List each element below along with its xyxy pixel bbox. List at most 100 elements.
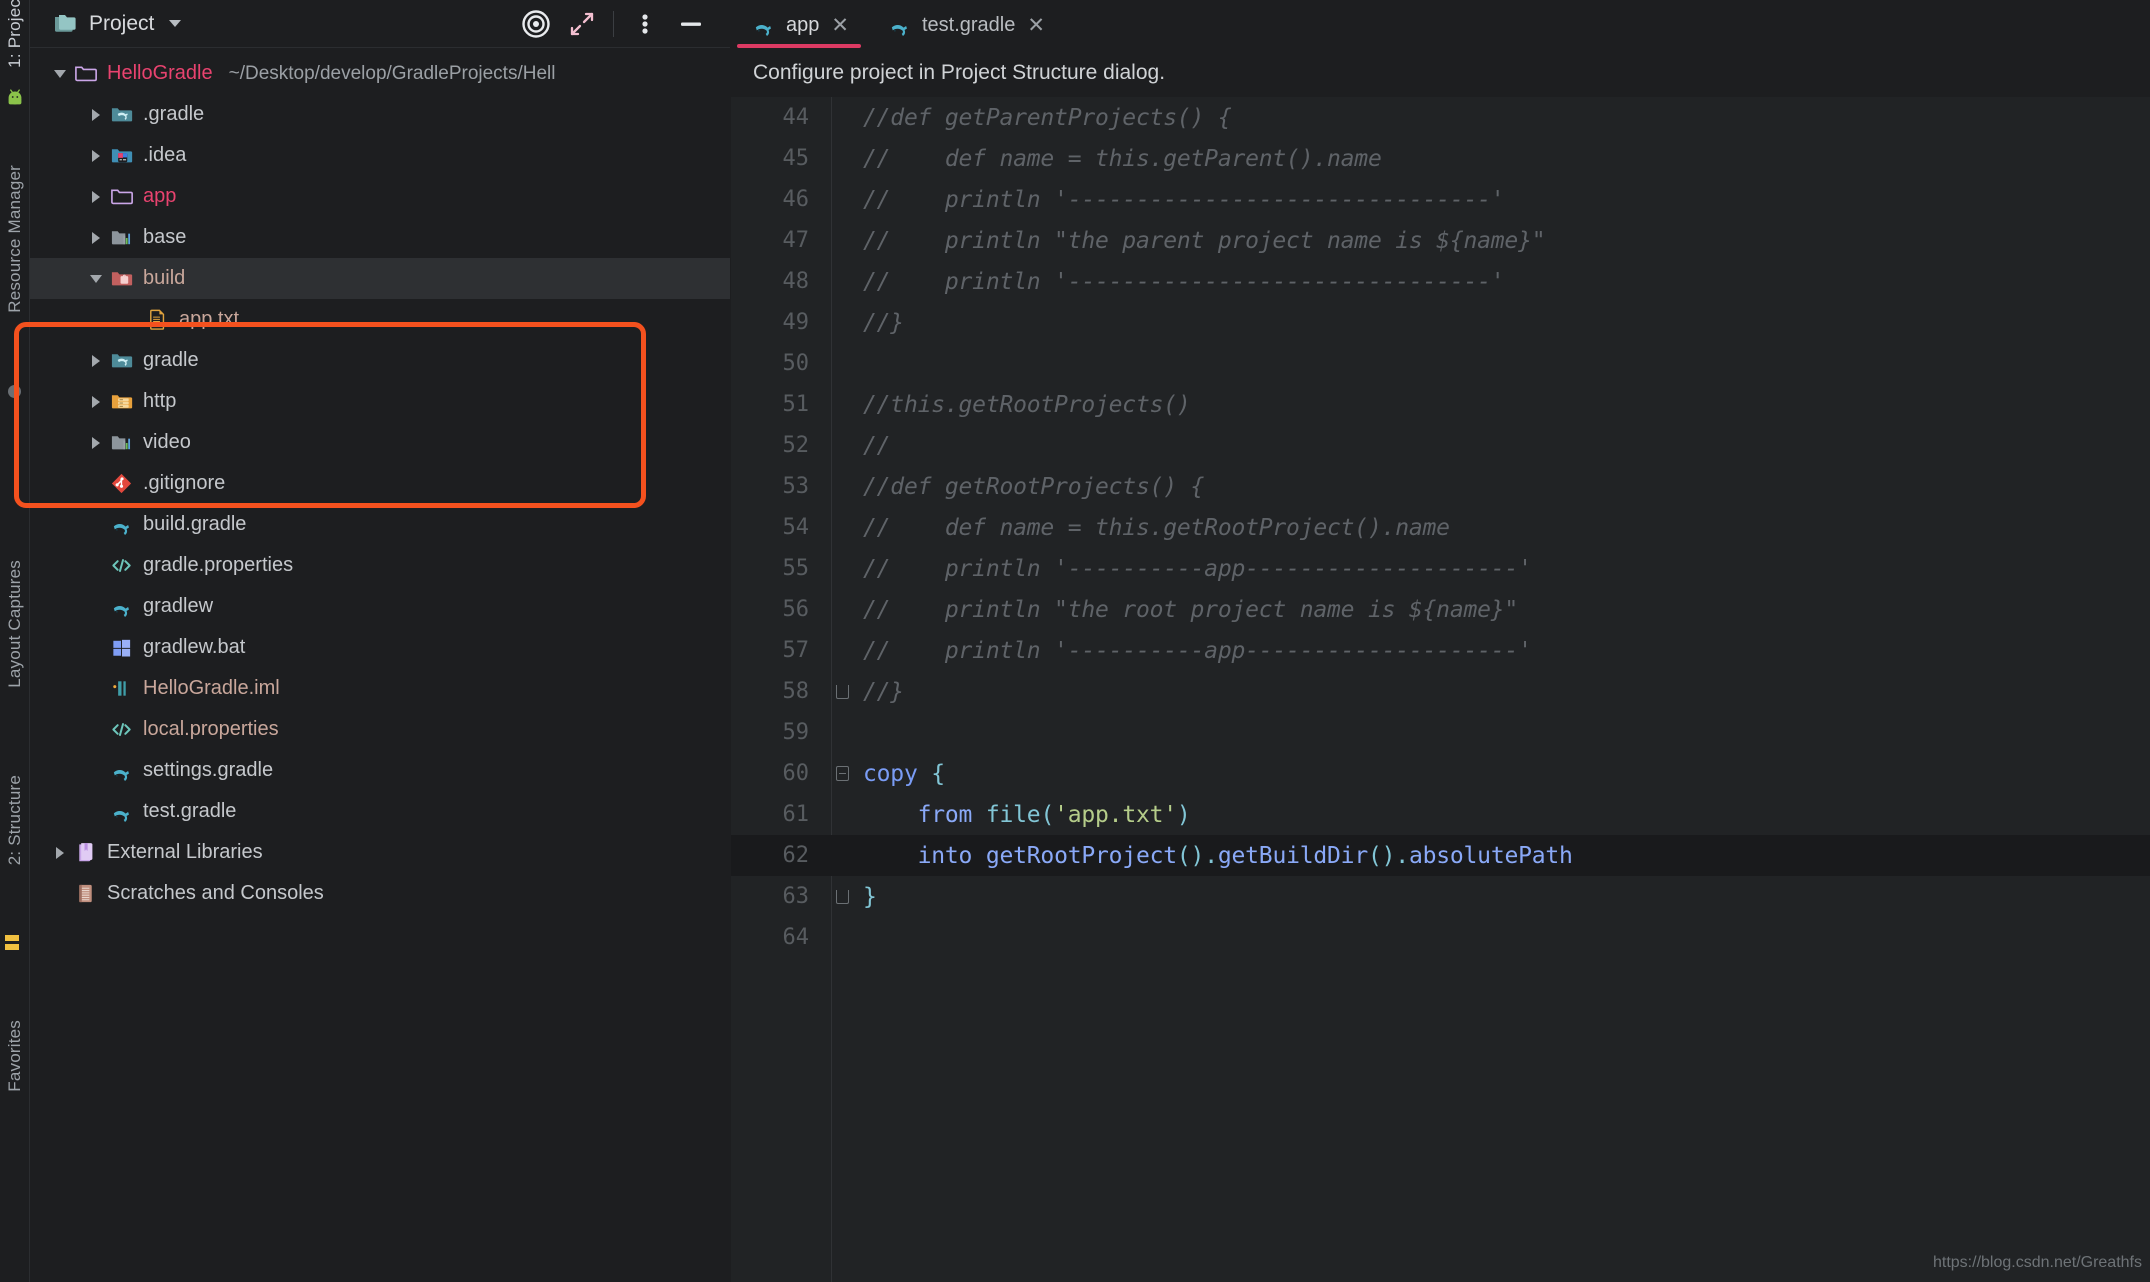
hide-panel-button[interactable] xyxy=(668,0,714,48)
tree-row-external-libraries[interactable]: External Libraries xyxy=(30,832,730,873)
code-line[interactable]: 63} xyxy=(731,876,2150,917)
chevron-down-icon[interactable] xyxy=(169,20,182,27)
fold-collapse-icon xyxy=(835,766,849,781)
code-line[interactable]: 57 // println '----------app-------------… xyxy=(731,630,2150,671)
code-line[interactable]: 55 // println '----------app-------------… xyxy=(731,548,2150,589)
tree-row-app[interactable]: app xyxy=(30,176,730,217)
close-icon[interactable]: ✕ xyxy=(1027,15,1045,36)
code-text: // println '----------------------------… xyxy=(853,268,1505,295)
gradle-file-icon xyxy=(108,595,134,619)
code-line[interactable]: 56 // println "the root project name is $… xyxy=(731,589,2150,630)
tree-row-http[interactable]: http xyxy=(30,381,730,422)
tree-row-scratches-and-consoles[interactable]: Scratches and Consoles xyxy=(30,873,730,914)
tree-row-hellogradle[interactable]: HelloGradle ~/Desktop/develop/GradleProje… xyxy=(30,53,730,94)
collapse-all-button[interactable] xyxy=(559,0,605,48)
code-view[interactable]: 44 //def getParentProjects() {45 // def na… xyxy=(731,97,2150,1282)
tree-row--gitignore[interactable]: .gitignore xyxy=(30,463,730,504)
tree-row-gradlew-bat[interactable]: gradlew.bat xyxy=(30,627,730,668)
tree-item-label: local.properties xyxy=(143,718,279,740)
project-panel-title-group[interactable]: Project xyxy=(54,11,182,36)
tree-row-gradlew[interactable]: gradlew xyxy=(30,586,730,627)
editor-tab-app[interactable]: app ✕ xyxy=(731,2,867,48)
tree-twisty-collapsed[interactable] xyxy=(84,231,108,244)
tree-row-app-txt[interactable]: app.txt xyxy=(30,299,730,340)
gradle-folder-icon xyxy=(108,103,134,127)
tool-tab-resource-manager[interactable]: Resource Manager xyxy=(5,165,25,313)
toolbar-divider xyxy=(613,11,614,37)
tree-row-build[interactable]: build xyxy=(30,258,730,299)
tree-row-gradle-properties[interactable]: gradle.properties xyxy=(30,545,730,586)
code-line[interactable]: 60 copy { xyxy=(731,753,2150,794)
code-line[interactable]: 49 //} xyxy=(731,302,2150,343)
tree-row-gradle[interactable]: gradle xyxy=(30,340,730,381)
tree-row-settings-gradle[interactable]: settings.gradle xyxy=(30,750,730,791)
fold-marker-end[interactable] xyxy=(831,684,853,699)
tree-twisty-collapsed[interactable] xyxy=(84,149,108,162)
minimize-icon xyxy=(681,22,701,26)
code-line[interactable]: 46 // println '--------------------------… xyxy=(731,179,2150,220)
code-line[interactable]: 53 //def getRootProjects() { xyxy=(731,466,2150,507)
tree-twisty-collapsed[interactable] xyxy=(84,395,108,408)
editor-tab-bar[interactable]: app ✕ test.gradle ✕ xyxy=(731,0,2150,48)
tree-row-build-gradle[interactable]: build.gradle xyxy=(30,504,730,545)
http-folder-icon xyxy=(111,395,132,409)
tree-twisty-expanded[interactable] xyxy=(84,274,108,283)
gradle-file-icon xyxy=(887,14,912,37)
tree-row-base[interactable]: base xyxy=(30,217,730,258)
fold-marker-open[interactable] xyxy=(831,766,853,781)
gradle-folder-icon xyxy=(111,354,132,368)
tree-twisty-collapsed[interactable] xyxy=(84,354,108,367)
code-line[interactable]: 44 //def getParentProjects() { xyxy=(731,97,2150,138)
tree-twisty-expanded[interactable] xyxy=(48,69,72,78)
code-line[interactable]: 50 xyxy=(731,343,2150,384)
fold-marker-end[interactable] xyxy=(831,889,853,904)
bookmark-icon-2 xyxy=(5,944,19,950)
code-token: // println '----------------------------… xyxy=(863,268,1505,295)
tool-tab-favorites[interactable]: Favorites xyxy=(5,1020,25,1092)
tree-item-label: app.txt xyxy=(179,308,240,330)
code-line[interactable]: 52 // xyxy=(731,425,2150,466)
code-token: // println "the parent project name is $… xyxy=(863,227,1546,254)
select-opened-file-icon xyxy=(522,10,550,38)
editor-hint-bar: Configure project in Project Structure d… xyxy=(731,48,2150,97)
tree-row-test-gradle[interactable]: test.gradle xyxy=(30,791,730,832)
code-line[interactable]: 62 into getRootProject().getBuildDir().a… xyxy=(731,835,2150,876)
code-line[interactable]: 48 // println '--------------------------… xyxy=(731,261,2150,302)
tool-tab-project[interactable]: 1: Project xyxy=(5,0,25,68)
chevron-right-icon xyxy=(92,108,100,121)
tool-tab-layout-captures[interactable]: Layout Captures xyxy=(5,560,25,688)
tree-row-local-properties[interactable]: local.properties xyxy=(30,709,730,750)
tree-row-hellogradle-iml[interactable]: HelloGradle.iml xyxy=(30,668,730,709)
code-line[interactable]: 61 from file('app.txt') xyxy=(731,794,2150,835)
code-text: //def getParentProjects() { xyxy=(853,105,1232,131)
editor-tab-test-gradle[interactable]: test.gradle ✕ xyxy=(867,2,1063,48)
code-line[interactable]: 47 // println "the parent project name is… xyxy=(731,220,2150,261)
idea-folder-icon xyxy=(111,149,132,163)
project-panel-title: Project xyxy=(89,11,155,35)
tool-tab-structure[interactable]: 2: Structure xyxy=(5,775,25,865)
tree-row--idea[interactable]: .idea xyxy=(30,135,730,176)
select-opened-file-button[interactable] xyxy=(513,0,559,48)
code-line[interactable]: 64 xyxy=(731,917,2150,958)
windows-file-icon xyxy=(112,639,130,657)
tree-twisty-collapsed[interactable] xyxy=(48,846,72,859)
tree-twisty-collapsed[interactable] xyxy=(84,190,108,203)
code-line[interactable]: 54 // def name = this.getRootProject().na… xyxy=(731,507,2150,548)
code-text: // println "the parent project name is $… xyxy=(853,227,1546,254)
iml-file-icon xyxy=(112,681,126,696)
tree-row--gradle[interactable]: .gradle xyxy=(30,94,730,135)
collapse-all-icon xyxy=(570,12,594,36)
tree-twisty-collapsed[interactable] xyxy=(84,436,108,449)
code-token: absolutePath xyxy=(1408,842,1573,869)
project-tree[interactable]: HelloGradle ~/Desktop/develop/GradleProje… xyxy=(30,49,730,914)
tree-twisty-collapsed[interactable] xyxy=(84,108,108,121)
code-token: } xyxy=(863,883,877,910)
code-line[interactable]: 51 //this.getRootProjects() xyxy=(731,384,2150,425)
code-line[interactable]: 58 //} xyxy=(731,671,2150,712)
tree-row-video[interactable]: video xyxy=(30,422,730,463)
close-icon[interactable]: ✕ xyxy=(831,15,849,36)
code-text: //def getRootProjects() { xyxy=(853,474,1204,500)
code-line[interactable]: 59 xyxy=(731,712,2150,753)
code-line[interactable]: 45 // def name = this.getParent().name xyxy=(731,138,2150,179)
more-options-button[interactable] xyxy=(622,0,668,48)
